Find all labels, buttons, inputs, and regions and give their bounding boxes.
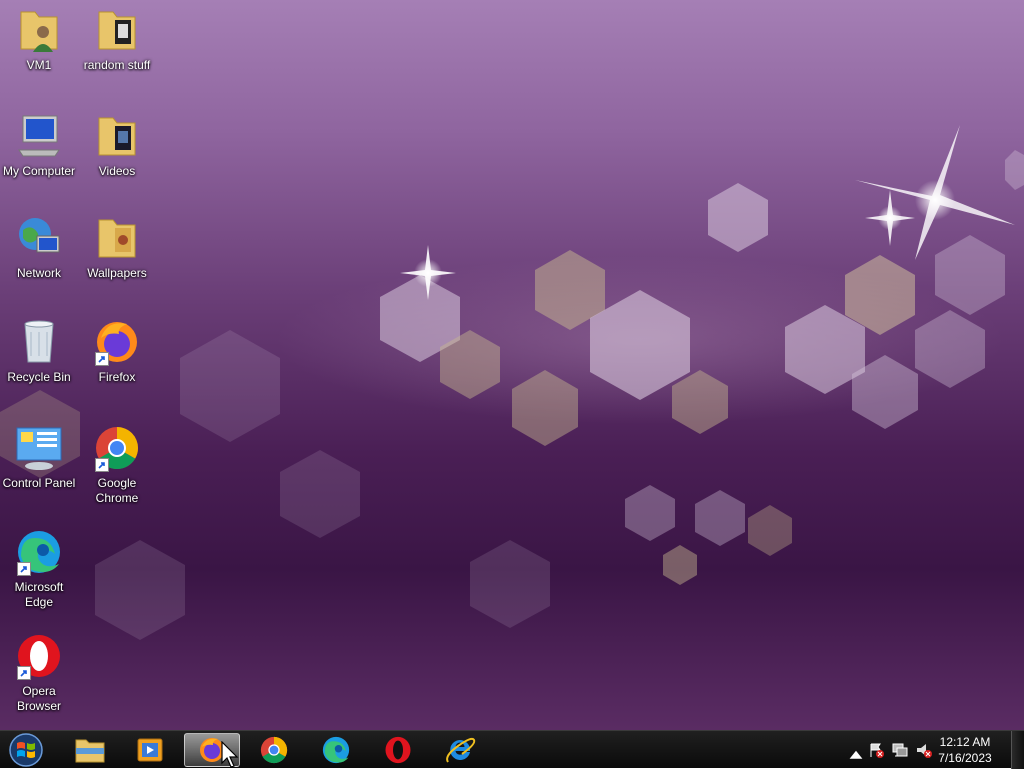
ie-icon bbox=[446, 737, 476, 763]
shortcut-arrow-icon bbox=[95, 458, 109, 472]
clock-date: 7/16/2023 bbox=[938, 751, 992, 765]
taskbar-edge[interactable] bbox=[308, 733, 364, 767]
icon-label: Google Chrome bbox=[95, 476, 139, 505]
control-panel-icon bbox=[15, 424, 63, 472]
icon-label: Microsoft Edge bbox=[14, 580, 64, 609]
firefox-icon bbox=[93, 318, 141, 366]
icon-label: Recycle Bin bbox=[7, 370, 71, 384]
icon-label: Opera Browser bbox=[16, 684, 61, 713]
folder-icon bbox=[93, 214, 141, 262]
icon-label: Wallpapers bbox=[87, 266, 147, 280]
desktop-icon-wallpapers[interactable]: Wallpapers bbox=[78, 214, 156, 281]
start-button[interactable] bbox=[4, 732, 48, 768]
show-desktop-button[interactable] bbox=[1011, 731, 1024, 769]
clock[interactable]: 12:12 AM 7/16/2023 bbox=[930, 734, 1000, 766]
mouse-cursor-icon bbox=[221, 741, 239, 768]
desktop-icon-control-panel[interactable]: Control Panel bbox=[0, 424, 78, 491]
desktop-icon-opera-browser[interactable]: Opera Browser bbox=[0, 632, 78, 714]
action-center-flag-icon[interactable] bbox=[868, 742, 884, 758]
icon-label: VM1 bbox=[26, 58, 52, 72]
edge-icon bbox=[322, 736, 350, 764]
taskbar-chrome[interactable] bbox=[246, 733, 302, 767]
icon-label: Videos bbox=[98, 164, 136, 178]
desktop-icon-random-stuff[interactable]: random stuff bbox=[78, 6, 156, 73]
taskbar-internet-explorer[interactable] bbox=[432, 733, 488, 767]
desktop-icon-microsoft-edge[interactable]: Microsoft Edge bbox=[0, 528, 78, 610]
user-folder-icon bbox=[15, 6, 63, 54]
windows-logo-icon bbox=[9, 733, 43, 767]
computer-icon bbox=[15, 112, 63, 160]
desktop-icon-vm1[interactable]: VM1 bbox=[0, 6, 78, 73]
shortcut-arrow-icon bbox=[17, 562, 31, 576]
desktop-icon-recycle-bin[interactable]: Recycle Bin bbox=[0, 318, 78, 385]
clock-time: 12:12 AM bbox=[939, 735, 991, 749]
chrome-icon bbox=[260, 736, 288, 764]
show-hidden-icons-arrow[interactable] bbox=[848, 746, 864, 762]
desktop-icon-videos[interactable]: Videos bbox=[78, 112, 156, 179]
desktop-icon-network[interactable]: Network bbox=[0, 214, 78, 281]
edge-icon bbox=[15, 528, 63, 576]
icon-label: Control Panel bbox=[2, 476, 76, 490]
network-globe-icon bbox=[15, 214, 63, 262]
icon-label: random stuff bbox=[83, 58, 151, 72]
system-tray: 12:12 AM 7/16/2023 bbox=[834, 731, 1024, 769]
desktop-icon-my-computer[interactable]: My Computer bbox=[0, 112, 78, 179]
folder-icon bbox=[75, 739, 105, 763]
icon-label: Network bbox=[16, 266, 61, 280]
icon-label: My Computer bbox=[2, 164, 76, 178]
taskbar-media-player[interactable] bbox=[122, 733, 178, 767]
desktop-icon-google-chrome[interactable]: Google Chrome bbox=[78, 424, 156, 506]
opera-icon bbox=[385, 736, 411, 764]
opera-icon bbox=[15, 632, 63, 680]
shortcut-arrow-icon bbox=[17, 666, 31, 680]
desktop[interactable]: VM1 random stuff My Computer Videos Netw… bbox=[0, 0, 1024, 730]
shortcut-arrow-icon bbox=[95, 352, 109, 366]
network-icon[interactable] bbox=[892, 742, 908, 758]
icon-label: Firefox bbox=[98, 370, 136, 384]
desktop-icon-firefox[interactable]: Firefox bbox=[78, 318, 156, 385]
taskbar-opera[interactable] bbox=[370, 733, 426, 767]
chrome-icon bbox=[93, 424, 141, 472]
taskbar-file-explorer[interactable] bbox=[62, 733, 118, 767]
folder-icon bbox=[93, 6, 141, 54]
taskbar: 12:12 AM 7/16/2023 bbox=[0, 730, 1024, 769]
recycle-bin-icon bbox=[15, 318, 63, 366]
media-player-icon bbox=[137, 738, 163, 762]
folder-icon bbox=[93, 112, 141, 160]
